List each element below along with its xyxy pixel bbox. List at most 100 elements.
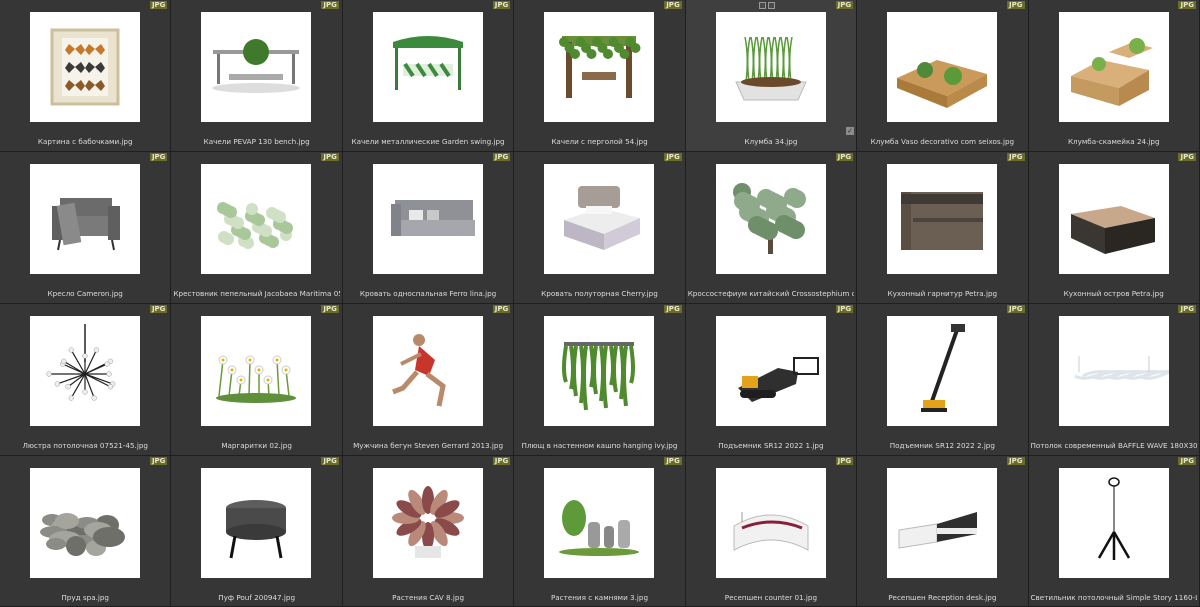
thumbnail-item[interactable]: JPG Качели металлические Garden swing.jpg — [342, 0, 515, 152]
file-type-badge: JPG — [1178, 153, 1196, 161]
file-type-badge: JPG — [664, 153, 682, 161]
thumbnail-item[interactable]: JPG ✓ Клумба 34.jpg — [685, 0, 858, 152]
thumbnail-label: Пруд spa.jpg — [61, 593, 109, 602]
thumbnail-item[interactable]: JPG Кухонный гарнитур Petra.jpg — [857, 152, 1029, 304]
file-type-badge: JPG — [1178, 1, 1196, 9]
thumbnail-item[interactable]: JPG Кресло Cameron.jpg — [0, 152, 172, 304]
file-type-badge: JPG — [1007, 305, 1025, 313]
pergola-bench-image[interactable] — [201, 12, 312, 122]
armchair-image[interactable] — [30, 164, 140, 274]
thumbnail-item[interactable]: JPG Растения CAV 8.jpg — [342, 456, 515, 607]
thumbnail-label: Плющ в настенном кашпо hanging ivy.jpg — [521, 441, 678, 450]
sofa-bed-image[interactable] — [372, 164, 483, 274]
file-type-badge: JPG — [1007, 457, 1025, 465]
thumbnail-item[interactable]: JPG Люстра потолочная 07521-45.jpg — [0, 304, 172, 456]
thumbnail-item[interactable]: JPG Потолок современный BAFFLE WAVE 180X3… — [1028, 304, 1200, 456]
thumbnail-label: Мужчина бегун Steven Gerrard 2013.jpg — [353, 441, 504, 450]
kitchen-island-image[interactable] — [1058, 164, 1169, 274]
thumbnail-label: Пуф Pouf 200947.jpg — [218, 593, 296, 602]
thumbnail-grid: JPG Картина с бабочками.jpg JPG Качели PEVA… — [0, 0, 1200, 607]
file-type-badge: JPG — [492, 1, 511, 9]
thumbnail-item[interactable]: JPG Подъемник SR12 2022 1.jpg — [685, 304, 858, 456]
baffle-ceiling-image[interactable] — [1058, 316, 1169, 426]
thumbnail-item[interactable]: JPG Маргаритки 02.jpg — [171, 304, 343, 456]
stones-image[interactable] — [30, 468, 140, 578]
file-type-badge: JPG — [835, 305, 854, 313]
thumbnail-label: Подъемник SR12 2022 1.jpg — [718, 441, 824, 450]
thumbnail-item[interactable]: JPG Кровать односпальная Ferro lina.jpg — [342, 152, 515, 304]
daisies-image[interactable] — [201, 316, 312, 426]
thumbnail-label: Подъемник SR12 2022 2.jpg — [889, 441, 995, 450]
thumbnail-item[interactable]: JPG Пуф Pouf 200947.jpg — [171, 456, 343, 607]
butterfly-frame-image[interactable] — [30, 12, 140, 122]
thumbnail-label: Светильник потолочный Simple Story 1160-… — [1030, 593, 1197, 602]
check-icon[interactable]: ✓ — [846, 127, 855, 135]
file-type-badge: JPG — [492, 305, 511, 313]
thumbnail-item[interactable]: JPG Клумба-скамейка 24.jpg — [1028, 0, 1200, 152]
file-type-badge: JPG — [664, 1, 682, 9]
bed-image[interactable] — [544, 164, 655, 274]
thumbnail-item[interactable]: JPG Мужчина бегун Steven Gerrard 2013.jpg — [342, 304, 515, 456]
file-type-badge: JPG — [664, 305, 682, 313]
wood-planter-image[interactable] — [887, 12, 998, 122]
planter-bench-image[interactable] — [1058, 12, 1169, 122]
shrub-image[interactable] — [201, 164, 312, 274]
thumbnail-item[interactable]: JPG Ресепшен Reception desk.jpg — [857, 456, 1029, 607]
kitchen-set-image[interactable] — [887, 164, 998, 274]
thumbnail-label: Кровать односпальная Ferro lina.jpg — [359, 289, 497, 298]
thumbnail-item[interactable]: JPG Пруд spa.jpg — [0, 456, 172, 607]
reception-desk-image[interactable] — [887, 468, 998, 578]
file-type-badge: JPG — [492, 457, 511, 465]
chandelier-image[interactable] — [30, 316, 140, 426]
thumbnail-label: Маргаритки 02.jpg — [221, 441, 292, 450]
runner-image[interactable] — [372, 316, 483, 426]
thumbnail-item[interactable]: JPG Кухонный остров Petra.jpg — [1028, 152, 1200, 304]
thumbnail-item[interactable]: JPG Плющ в настенном кашпо hanging ivy.jp… — [514, 304, 686, 456]
plant-cav-image[interactable] — [372, 468, 483, 578]
file-type-badge: JPG — [149, 1, 168, 9]
lift-1-image[interactable] — [715, 316, 826, 426]
thumbnail-label: Ресепшен Reception desk.jpg — [888, 593, 997, 602]
thumbnail-label: Потолок современный BAFFLE WAVE 180X300.… — [1030, 441, 1197, 450]
thumbnail-item[interactable]: JPG Ресепшен counter 01.jpg — [685, 456, 858, 607]
thumbnail-item[interactable]: JPG Кровать полуторная Cherry.jpg — [514, 152, 686, 304]
thumbnail-item[interactable]: JPG Кроссостефиум китайский Crossostephiu… — [685, 152, 858, 304]
thumbnail-label: Кухонный гарнитур Petra.jpg — [887, 289, 998, 298]
planter-image[interactable] — [715, 12, 826, 122]
thumbnail-hover-tools — [758, 2, 775, 9]
reception-counter-image[interactable] — [715, 468, 826, 578]
select-box-icon[interactable] — [758, 2, 766, 9]
file-type-badge: JPG — [149, 457, 168, 465]
file-type-badge: JPG — [1007, 153, 1025, 161]
plants-stones-image[interactable] — [544, 468, 655, 578]
thumbnail-item[interactable]: JPG Картина с бабочками.jpg — [0, 0, 172, 152]
file-type-badge: JPG — [664, 457, 682, 465]
thumbnail-label: Качели с перголой 54.jpg — [551, 137, 648, 146]
thumbnail-item[interactable]: JPG Клумба Vaso decorativo com seixos.jpg — [857, 0, 1029, 152]
thumbnail-item[interactable]: JPG Светильник потолочный Simple Story 11… — [1028, 456, 1200, 607]
file-type-badge: JPG — [321, 457, 339, 465]
file-type-badge: JPG — [1007, 1, 1025, 9]
hanging-ivy-image[interactable] — [544, 316, 655, 426]
pouf-image[interactable] — [201, 468, 312, 578]
file-type-badge: JPG — [149, 305, 168, 313]
thumbnail-label: Клумба-скамейка 24.jpg — [1067, 137, 1160, 146]
thumbnail-label: Качели металлические Garden swing.jpg — [351, 137, 505, 146]
thumbnail-item[interactable]: JPG Качели PEVAP 130 bench.jpg — [171, 0, 343, 152]
thumbnail-label: Кресло Cameron.jpg — [47, 289, 123, 298]
thumbnail-item[interactable]: JPG Подъемник SR12 2022 2.jpg — [857, 304, 1029, 456]
garden-swing-image[interactable] — [372, 12, 483, 122]
thumbnail-label: Кухонный остров Petra.jpg — [1063, 289, 1164, 298]
file-type-badge: JPG — [1178, 457, 1196, 465]
pergola-swing-image[interactable] — [544, 12, 655, 122]
thumbnail-item[interactable]: JPG Растения с камнями 3.jpg — [514, 456, 686, 607]
tree-image[interactable] — [715, 164, 826, 274]
thumbnail-label: Ресепшен counter 01.jpg — [724, 593, 818, 602]
lift-2-image[interactable] — [887, 316, 998, 426]
thumbnail-item[interactable]: JPG Качели с перголой 54.jpg — [514, 0, 686, 152]
thumbnail-item[interactable]: JPG Крестовник пепельный Jacobaea Maritim… — [171, 152, 343, 304]
edit-icon[interactable] — [767, 2, 775, 9]
file-type-badge: JPG — [492, 153, 511, 161]
pendant-lamp-image[interactable] — [1058, 468, 1169, 578]
thumbnail-label: Клумба Vaso decorativo com seixos.jpg — [870, 137, 1015, 146]
